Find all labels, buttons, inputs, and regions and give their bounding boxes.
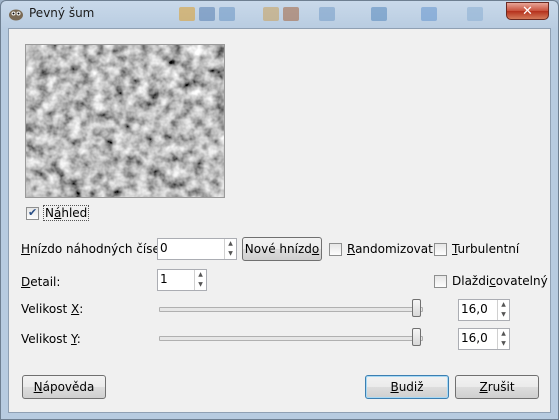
seed-spinbox[interactable]: ▲ ▼: [157, 238, 237, 260]
close-button[interactable]: ✕: [506, 2, 549, 20]
background-toolbar-icon: [283, 7, 299, 21]
size-y-input[interactable]: [461, 331, 491, 345]
seed-input[interactable]: [160, 241, 207, 255]
new-seed-button[interactable]: Nové hnízdo: [242, 237, 322, 261]
close-icon: ✕: [522, 4, 533, 19]
turbulent-label[interactable]: Turbulentní: [452, 242, 519, 256]
size-x-slider-track[interactable]: [159, 307, 423, 312]
spin-down-arrow-icon[interactable]: ▼: [195, 280, 206, 290]
background-toolbar-icon: [371, 7, 387, 21]
tileable-label[interactable]: Dlaždicovatelný: [452, 274, 548, 288]
dialog-window: Pevný šum ✕ ✔ Náhled Hnízdo náhodných čí…: [0, 0, 559, 420]
spin-arrows-icon[interactable]: ▲ ▼: [497, 329, 509, 349]
spin-up-arrow-icon[interactable]: ▲: [498, 329, 509, 339]
spin-down-arrow-icon[interactable]: ▼: [498, 310, 509, 320]
size-y-label: Velikost Y:: [21, 332, 81, 346]
spin-down-arrow-icon[interactable]: ▼: [498, 339, 509, 349]
size-y-slider-thumb[interactable]: [412, 328, 421, 346]
spin-up-arrow-icon[interactable]: ▲: [225, 239, 236, 249]
cancel-button[interactable]: Zrušit: [455, 375, 539, 399]
detail-input[interactable]: [160, 272, 189, 286]
background-toolbar-icon: [263, 7, 279, 21]
size-x-input[interactable]: [461, 302, 491, 316]
title-bar[interactable]: Pevný šum ✕: [1, 1, 558, 27]
spin-up-arrow-icon[interactable]: ▲: [195, 270, 206, 280]
spin-arrows-icon[interactable]: ▲ ▼: [224, 239, 236, 259]
tileable-checkbox[interactable]: [434, 275, 447, 288]
preview-checkbox[interactable]: [26, 206, 39, 220]
randomize-label[interactable]: Randomizovat: [347, 242, 433, 256]
ok-button[interactable]: Budiž: [365, 375, 449, 399]
spin-up-arrow-icon[interactable]: ▲: [498, 300, 509, 310]
background-toolbar-icon: [421, 7, 437, 21]
background-toolbar-icon: [467, 7, 483, 21]
window-title: Pevný šum: [29, 6, 95, 20]
background-toolbar-icon: [199, 7, 215, 21]
background-toolbar-icon: [319, 7, 335, 21]
detail-label: Detail:: [21, 275, 61, 289]
size-x-spinbox[interactable]: ▲ ▼: [458, 299, 510, 321]
preview-checkbox-label[interactable]: Náhled: [42, 205, 90, 221]
size-x-slider-thumb[interactable]: [412, 299, 421, 317]
help-button[interactable]: Nápověda: [22, 375, 106, 399]
background-toolbar-icon: [219, 7, 235, 21]
size-x-label: Velikost X:: [21, 302, 84, 316]
size-y-slider-track[interactable]: [159, 336, 423, 341]
randomize-checkbox[interactable]: [329, 243, 342, 256]
background-toolbar-icon: [179, 7, 195, 21]
spin-down-arrow-icon[interactable]: ▼: [225, 249, 236, 259]
noise-preview: [25, 44, 225, 198]
dialog-client-area: Náhled Hnízdo náhodných čísel: ▲ ▼ Nové …: [8, 28, 551, 413]
noise-preview-image: [26, 45, 224, 197]
gimp-icon: [9, 9, 23, 21]
seed-label: Hnízdo náhodných čísel:: [21, 242, 168, 256]
spin-arrows-icon[interactable]: ▲ ▼: [194, 270, 206, 290]
detail-spinbox[interactable]: ▲ ▼: [157, 269, 207, 291]
turbulent-checkbox[interactable]: [434, 243, 447, 256]
size-y-spinbox[interactable]: ▲ ▼: [458, 328, 510, 350]
spin-arrows-icon[interactable]: ▲ ▼: [497, 300, 509, 320]
